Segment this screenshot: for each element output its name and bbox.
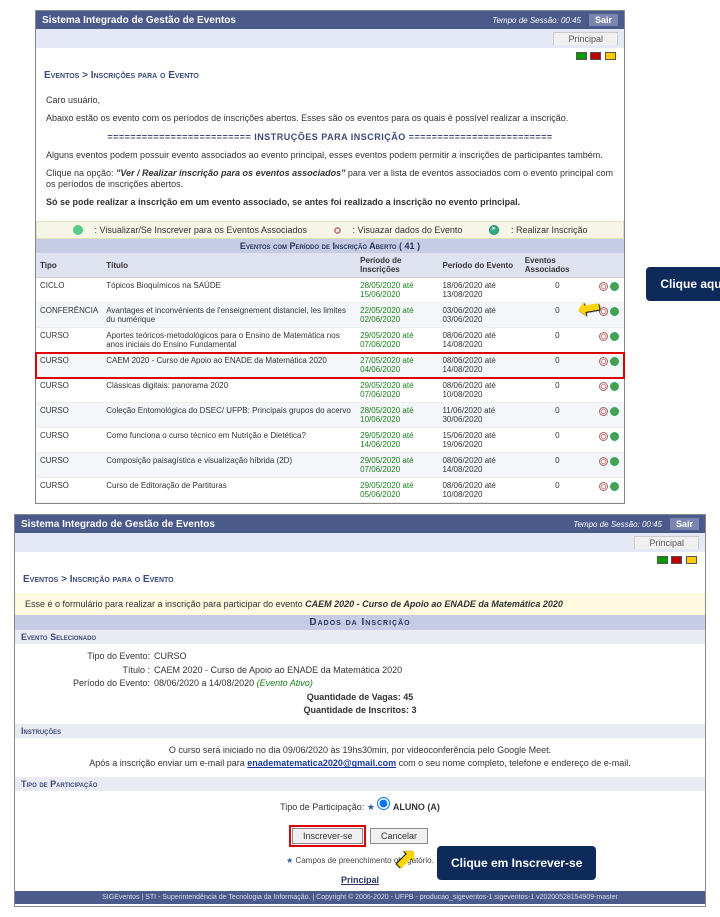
breadcrumb: Eventos > Inscrição para o Evento [15,570,705,593]
register-event-icon[interactable] [610,282,619,291]
col-tipo: Tipo [36,253,102,278]
session-time: Tempo de Sessão: 00:45 [492,16,581,25]
instr-p2: Clique na opção: "Ver / Realizar inscriç… [46,168,614,191]
flag-row [15,552,705,570]
view-event-icon[interactable] [599,432,608,441]
breadcrumb: Eventos > Inscrições para o Evento [36,66,624,89]
action-legend: : Visualizar/Se Inscrever para os Evento… [36,221,624,240]
view-event-icon[interactable] [599,382,608,391]
top-bar: Sistema Integrado de Gestão de Eventos T… [15,515,705,533]
flag-us-icon[interactable] [590,52,601,60]
required-note: ★ Campos de preenchimento obrigatório. [15,852,705,869]
register-icon [489,225,499,235]
view-event-icon[interactable] [599,307,608,316]
register-event-icon[interactable] [610,407,619,416]
assoc-icon [73,225,83,235]
view-event-icon[interactable] [599,407,608,416]
exit-button[interactable]: Sair [670,518,699,530]
view-icon [334,227,341,234]
session-time: Tempo de Sessão: 00:45 [573,520,662,529]
flag-es-icon[interactable] [686,556,697,564]
view-event-icon[interactable] [599,282,608,291]
view-event-icon[interactable] [599,357,608,366]
table-row: CURSOColeção Entomológica do DSEC/ UFPB:… [36,403,624,428]
register-event-icon[interactable] [610,432,619,441]
instr-p1: Alguns eventos podem possuir evento asso… [46,150,614,162]
participation-row: Tipo de Participação: ★ ALUNO (A) [15,791,705,821]
top-bar: Sistema Integrado de Gestão de Eventos T… [36,11,624,29]
flag-row [36,48,624,66]
intro-content: Caro usuário, Abaixo estão os evento com… [36,89,624,221]
events-table: Tipo Título Período de Inscrições Períod… [36,253,624,503]
system-title: Sistema Integrado de Gestão de Eventos [21,519,573,530]
sub-bar: Principal [15,533,705,552]
inscrever-button[interactable]: Inscrever-se [292,828,364,844]
table-row: CICLOTópicos Bioquímicos na SAÚDE28/05/2… [36,278,624,303]
register-event-icon[interactable] [610,307,619,316]
table-row: CURSOCAEM 2020 - Curso de Apoio ao ENADE… [36,353,624,378]
screenshot-inscription-form: Sistema Integrado de Gestão de Eventos T… [14,514,706,907]
col-periodo-ev: Período do Evento [438,253,520,278]
register-event-icon[interactable] [610,382,619,391]
flag-es-icon[interactable] [605,52,616,60]
tab-principal[interactable]: Principal [553,32,618,45]
email-link[interactable]: enadematematica2020@gmail.com [247,758,396,768]
table-row: CURSOCurso de Editoração de Partituras29… [36,478,624,503]
col-assoc: Eventos Associados [521,253,594,278]
table-row: CURSOComposição paisagística e visualiza… [36,453,624,478]
event-info: Tipo do Evento:CURSO Título :CAEM 2020 -… [15,644,705,724]
col-actions [594,253,624,278]
form-banner: Esse é o formulário para realizar a insc… [15,593,705,615]
col-periodo-insc: Período de Inscrições [356,253,438,278]
register-event-icon[interactable] [610,482,619,491]
copyright-bar: SIGEventos | STI - Superintendência de T… [15,891,705,904]
flag-br-icon[interactable] [576,52,587,60]
sub-instrucoes: Instruções [15,724,705,738]
callout-click-here: Clique aqui [646,267,720,301]
view-event-icon[interactable] [599,482,608,491]
exit-button[interactable]: Sair [589,14,618,26]
section-dados: Dados da Inscrição [15,615,705,630]
table-row: CURSOClássicas digitais: panorama 202029… [36,378,624,403]
radio-aluno[interactable] [377,797,390,810]
table-title: Eventos com Período de Inscrição Aberto … [36,239,624,253]
screenshot-events-list: Sistema Integrado de Gestão de Eventos T… [35,10,625,504]
col-titulo: Título [102,253,356,278]
register-event-icon[interactable] [610,457,619,466]
view-event-icon[interactable] [599,457,608,466]
view-event-icon[interactable] [599,332,608,341]
callout-click-inscrever: Clique em Inscrever-se [437,846,596,880]
system-title: Sistema Integrado de Gestão de Eventos [42,15,492,26]
inscritos-row: Quantidade de Inscritos: 3 [45,704,675,718]
required-star: ★ [367,802,378,812]
register-event-icon[interactable] [610,332,619,341]
table-row: CURSOComo funciona o curso técnico em Nu… [36,428,624,453]
flag-us-icon[interactable] [671,556,682,564]
intro-text: Abaixo estão os evento com os períodos d… [46,113,614,125]
principal-link[interactable]: Principal [341,875,379,885]
footer-link: Principal [15,869,705,891]
flag-br-icon[interactable] [657,556,668,564]
sub-bar: Principal [36,29,624,48]
instructions-body: O curso será iniciado no dia 09/06/2020 … [15,738,705,777]
tab-principal[interactable]: Principal [634,536,699,549]
cancelar-button[interactable]: Cancelar [370,828,428,844]
instr-p3: Só se pode realizar a inscrição em um ev… [46,197,614,209]
button-row: Inscrever-se Cancelar [15,820,705,852]
table-row: CONFERÊNCIAAvantages et inconvénients de… [36,303,624,328]
register-event-icon[interactable] [610,357,619,366]
vagas-row: Quantidade de Vagas: 45 [45,691,675,705]
greeting: Caro usuário, [46,95,614,107]
sub-evento-selecionado: Evento Selecionado [15,630,705,644]
sub-tipo-participacao: Tipo de Participação [15,777,705,791]
table-row: CURSOAportes teóricos-metodológicos para… [36,328,624,353]
instructions-header: ========================= INSTRUÇÕES PAR… [46,132,614,144]
